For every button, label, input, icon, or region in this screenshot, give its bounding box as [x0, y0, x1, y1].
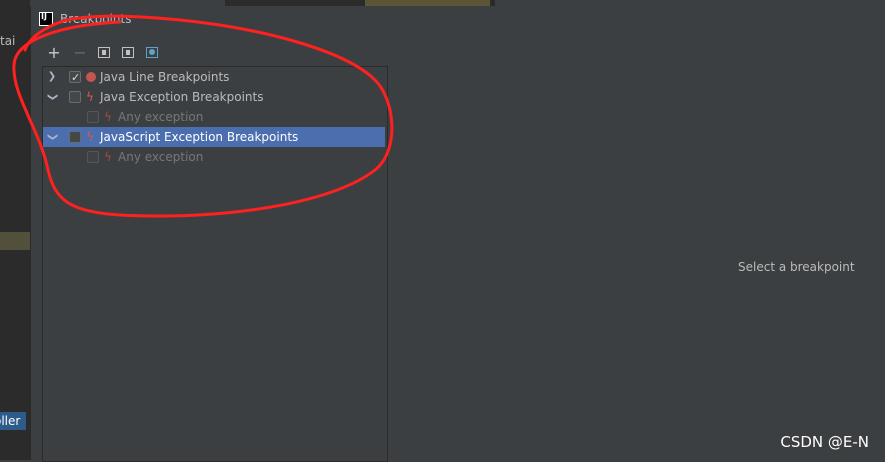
group-by-package-button[interactable] — [95, 44, 113, 62]
lightning-icon: ϟ — [86, 130, 94, 144]
red-dot-icon — [86, 72, 96, 82]
tree-row-label: Any exception — [118, 110, 204, 124]
group-by-file-button[interactable] — [119, 44, 137, 62]
background-partial-button: oller — [0, 412, 26, 430]
tree-row-checkbox[interactable] — [87, 151, 99, 163]
background-highlight — [0, 232, 30, 250]
expand-chevron-right-icon[interactable]: ❯ — [47, 67, 57, 87]
lightning-icon: ϟ — [104, 110, 112, 124]
group-package-icon — [98, 47, 110, 58]
tree-row-label: Java Line Breakpoints — [100, 70, 230, 84]
tree-row-java-exception-breakpoints[interactable]: ❯ ϟ Java Exception Breakpoints — [43, 87, 385, 107]
dialog-titlebar[interactable]: Breakpoints — [31, 6, 885, 34]
tree-row-checkbox[interactable] — [87, 111, 99, 123]
intellij-app-icon — [39, 12, 53, 26]
collapse-chevron-down-icon[interactable]: ❯ — [42, 92, 62, 102]
tree-row-any-exception-java[interactable]: ϟ Any exception — [43, 107, 385, 127]
watermark-text: CSDN @E-N — [780, 433, 869, 451]
group-class-icon — [146, 47, 158, 58]
detail-placeholder-text: Select a breakpoint — [738, 260, 855, 274]
tree-row-label: Java Exception Breakpoints — [100, 90, 264, 104]
group-file-icon — [122, 47, 134, 58]
tree-row-label: JavaScript Exception Breakpoints — [100, 130, 299, 144]
background-partial-text: tai — [0, 34, 16, 48]
background-ide-panel: tai oller — [0, 0, 30, 460]
tree-row-checkbox[interactable] — [69, 91, 81, 103]
tree-row-javascript-exception-breakpoints[interactable]: ❯ ϟ JavaScript Exception Breakpoints — [43, 127, 385, 147]
collapse-chevron-down-icon[interactable]: ❯ — [42, 132, 62, 142]
tree-row-java-line-breakpoints[interactable]: ❯ Java Line Breakpoints — [43, 67, 385, 88]
tree-row-any-exception-javascript[interactable]: ϟ Any exception — [43, 147, 385, 167]
lightning-icon: ϟ — [86, 90, 94, 104]
dialog-title: Breakpoints — [60, 12, 132, 26]
breakpoints-dialog: Breakpoints + − ❯ Java Line Breakpoints … — [30, 6, 885, 462]
breakpoints-tree[interactable]: ❯ Java Line Breakpoints ❯ ϟ Java Excepti… — [42, 66, 388, 462]
remove-breakpoint-button[interactable]: − — [71, 44, 89, 62]
tree-row-label: Any exception — [118, 150, 204, 164]
group-by-class-button[interactable] — [143, 44, 161, 62]
lightning-icon: ϟ — [104, 150, 112, 164]
add-breakpoint-button[interactable]: + — [45, 44, 63, 62]
tree-row-checkbox[interactable] — [69, 68, 81, 88]
tree-row-checkbox[interactable] — [69, 131, 81, 143]
